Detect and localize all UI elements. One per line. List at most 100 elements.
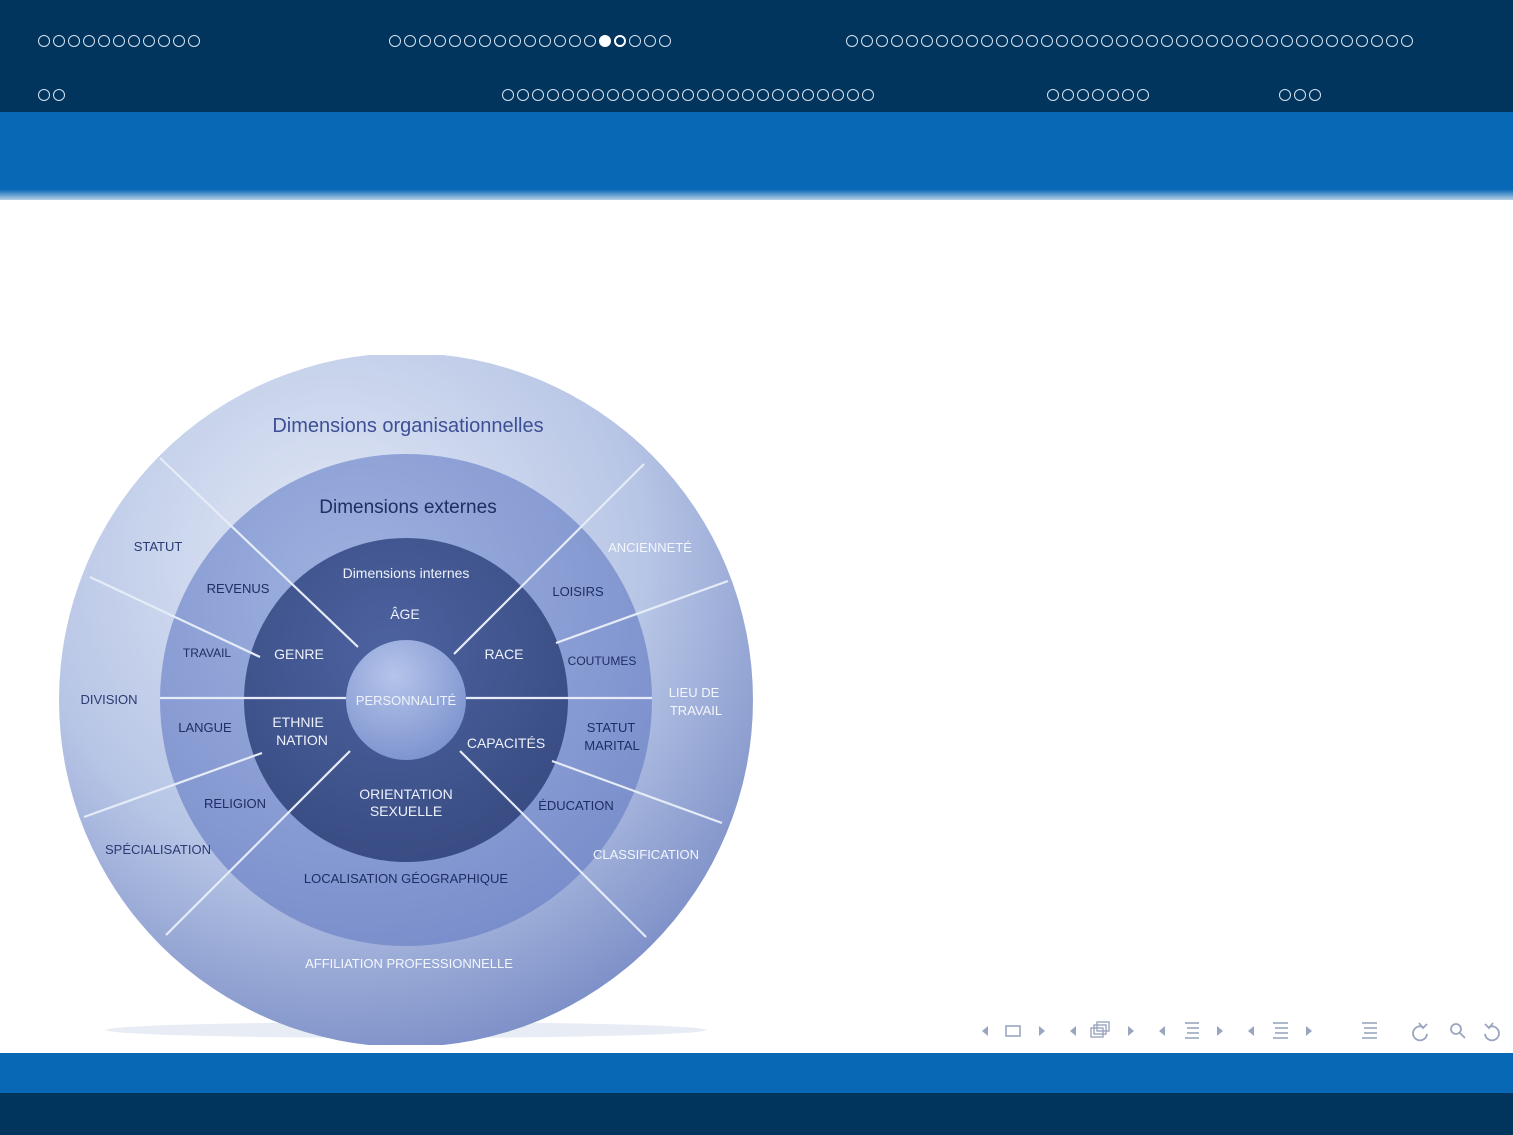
slide-dot[interactable] (479, 35, 491, 47)
slide-dot[interactable] (757, 89, 769, 101)
slide-dot[interactable] (682, 89, 694, 101)
slide-dot[interactable] (622, 89, 634, 101)
slide-dot[interactable] (1281, 35, 1293, 47)
slide-dot[interactable] (1279, 89, 1291, 101)
slide-dot[interactable] (1086, 35, 1098, 47)
slide-dot[interactable] (1146, 35, 1158, 47)
slide-dot[interactable] (592, 89, 604, 101)
section-dots-1[interactable] (38, 28, 200, 54)
slide-dot[interactable] (1294, 89, 1306, 101)
slide-dot[interactable] (1296, 35, 1308, 47)
slide-dot[interactable] (188, 35, 200, 47)
slide-dot[interactable] (996, 35, 1008, 47)
slide-dot[interactable] (502, 89, 514, 101)
section-dots-5[interactable] (502, 82, 874, 108)
nav-next-frame-icon[interactable] (1039, 1026, 1045, 1036)
nav-prev-slide-icon[interactable] (1070, 1026, 1076, 1036)
nav-back-icon[interactable] (1412, 1022, 1428, 1042)
slide-dot[interactable] (389, 35, 401, 47)
slide-dot[interactable] (644, 35, 656, 47)
slide-dot[interactable] (1191, 35, 1203, 47)
slide-dot[interactable] (1071, 35, 1083, 47)
slide-dot[interactable] (847, 89, 859, 101)
slide-dot[interactable] (98, 35, 110, 47)
slide-dot[interactable] (652, 89, 664, 101)
slide-dot[interactable] (697, 89, 709, 101)
slide-dot[interactable] (659, 35, 671, 47)
nav-forward-icon[interactable] (1484, 1022, 1500, 1042)
section-dots-7[interactable] (1279, 82, 1321, 108)
slide-dot[interactable] (817, 89, 829, 101)
slide-dot[interactable] (1116, 35, 1128, 47)
slide-dot[interactable] (1206, 35, 1218, 47)
slide-dot[interactable] (83, 35, 95, 47)
slide-dot[interactable] (1056, 35, 1068, 47)
slide-dot[interactable] (173, 35, 185, 47)
section-dots-6[interactable] (1047, 82, 1149, 108)
slide-dot[interactable] (936, 35, 948, 47)
slide-dot[interactable] (1326, 35, 1338, 47)
slide-dot[interactable] (1176, 35, 1188, 47)
slide-dot[interactable] (1092, 89, 1104, 101)
nav-section-icon[interactable] (1273, 1022, 1288, 1039)
nav-next-section-icon[interactable] (1306, 1026, 1312, 1036)
slide-dot[interactable] (846, 35, 858, 47)
slide-dot[interactable] (68, 35, 80, 47)
slide-dot[interactable] (562, 89, 574, 101)
slide-dot[interactable] (509, 35, 521, 47)
slide-dot[interactable] (449, 35, 461, 47)
slide-dot[interactable] (53, 89, 65, 101)
slide-dot[interactable] (1122, 89, 1134, 101)
section-dots-3[interactable] (846, 28, 1413, 54)
slide-dot[interactable] (966, 35, 978, 47)
slide-dot[interactable] (906, 35, 918, 47)
slide-dot[interactable] (38, 35, 50, 47)
slide-dot[interactable] (637, 89, 649, 101)
slide-dot[interactable] (802, 89, 814, 101)
slide-dot[interactable] (1309, 89, 1321, 101)
slide-dot[interactable] (772, 89, 784, 101)
slide-dot[interactable] (951, 35, 963, 47)
slide-dot[interactable] (607, 89, 619, 101)
slide-dot[interactable] (434, 35, 446, 47)
slide-dot[interactable] (143, 35, 155, 47)
slide-dot[interactable] (861, 35, 873, 47)
slide-dot[interactable] (569, 35, 581, 47)
slide-dot[interactable] (158, 35, 170, 47)
slide-dot[interactable] (38, 89, 50, 101)
slide-dot[interactable] (1161, 35, 1173, 47)
slide-dot[interactable] (787, 89, 799, 101)
slide-dot[interactable] (1341, 35, 1353, 47)
slide-dot[interactable] (742, 89, 754, 101)
slide-dot[interactable] (1266, 35, 1278, 47)
section-dots-4[interactable] (38, 82, 65, 108)
slide-dot[interactable] (1386, 35, 1398, 47)
slide-dot[interactable] (614, 35, 626, 47)
slide-dot[interactable] (599, 35, 611, 47)
slide-dot[interactable] (1401, 35, 1413, 47)
nav-next-slide-icon[interactable] (1128, 1026, 1134, 1036)
slide-dot[interactable] (1371, 35, 1383, 47)
slide-dot[interactable] (532, 89, 544, 101)
slide-dot[interactable] (53, 35, 65, 47)
slide-dot[interactable] (832, 89, 844, 101)
nav-subsection-icon[interactable] (1185, 1022, 1199, 1039)
nav-outline-icon[interactable] (1362, 1022, 1377, 1039)
slide-dot[interactable] (494, 35, 506, 47)
slide-dot[interactable] (517, 89, 529, 101)
nav-prev-section-icon[interactable] (1248, 1026, 1254, 1036)
slide-dot[interactable] (1236, 35, 1248, 47)
slide-dot[interactable] (1041, 35, 1053, 47)
slide-dot[interactable] (629, 35, 641, 47)
nav-prev-subsection-icon[interactable] (1159, 1026, 1165, 1036)
slide-dot[interactable] (464, 35, 476, 47)
slide-dot[interactable] (981, 35, 993, 47)
slide-dot[interactable] (113, 35, 125, 47)
slide-dot[interactable] (891, 35, 903, 47)
slide-dot[interactable] (1062, 89, 1074, 101)
slide-dot[interactable] (1047, 89, 1059, 101)
slide-dot[interactable] (547, 89, 559, 101)
slide-dot[interactable] (1356, 35, 1368, 47)
slide-dot[interactable] (539, 35, 551, 47)
slide-dot[interactable] (1011, 35, 1023, 47)
